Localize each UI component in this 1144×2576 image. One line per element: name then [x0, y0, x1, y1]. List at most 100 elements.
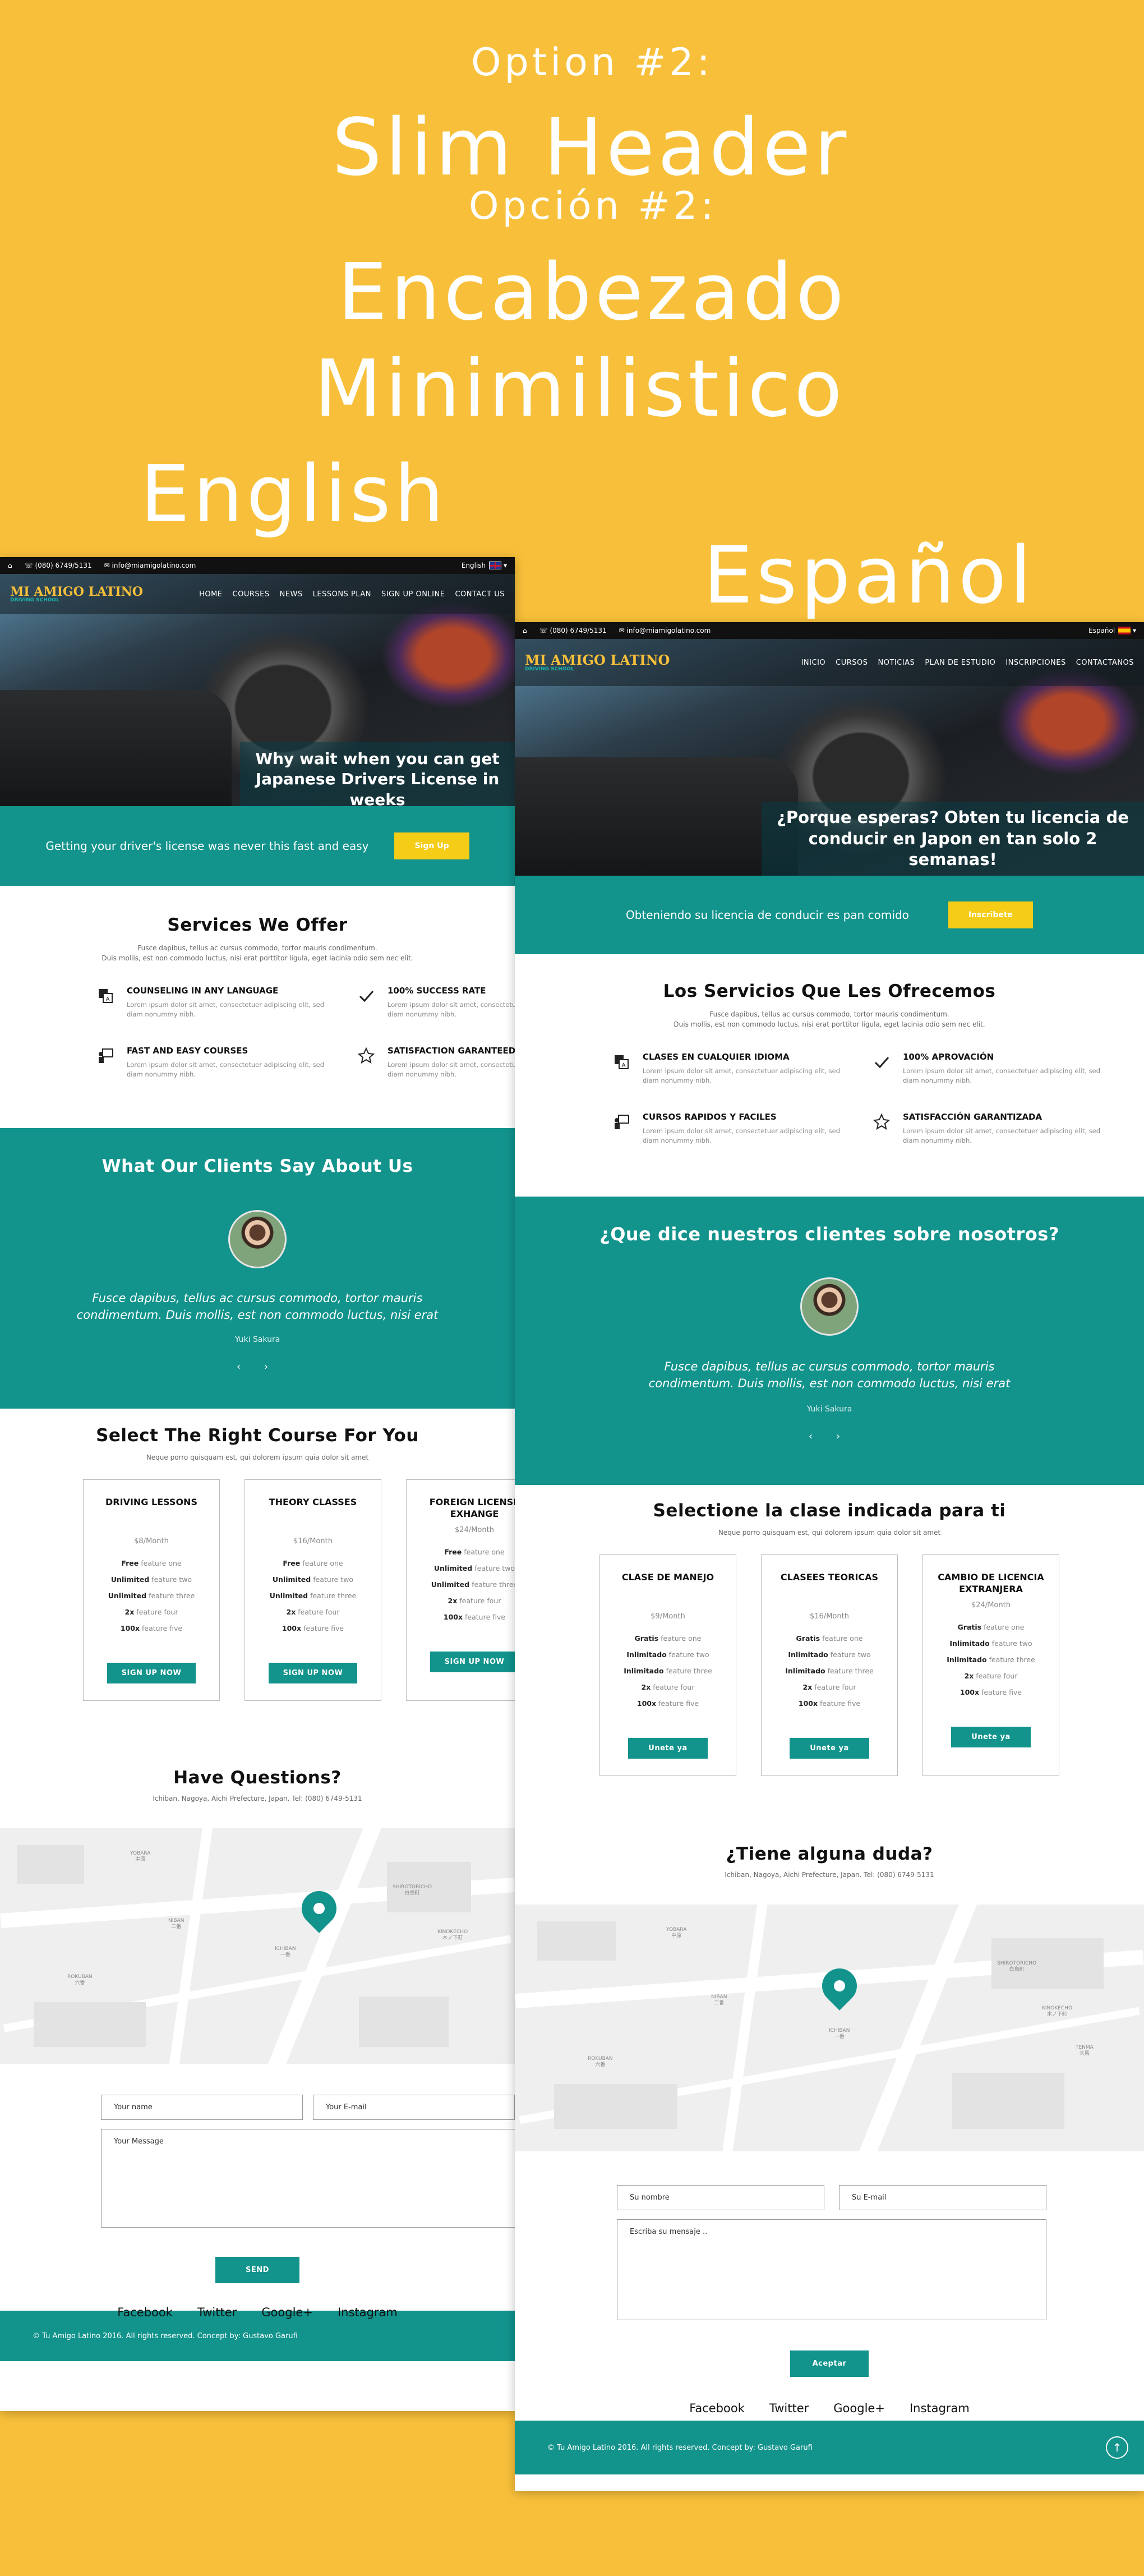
email-field[interactable]: Your E-mail: [313, 2095, 515, 2120]
back-to-top-icon[interactable]: ↑: [1106, 2436, 1128, 2459]
course-name-line2: EXHANGE: [450, 1508, 499, 1519]
sign-up-now-button[interactable]: SIGN UP NOW: [268, 1663, 358, 1683]
phone-icon: ☏ (080) 6749/5131: [24, 562, 92, 569]
feature-item: Free feature one: [444, 1548, 505, 1556]
testimonials-section: What Our Clients Say About Us Fusce dapi…: [0, 1128, 515, 1409]
phone-number: (080) 6749/5131: [35, 562, 92, 569]
nav-inscripciones[interactable]: INSCRIPCIONES: [1005, 659, 1065, 667]
sign-up-now-button[interactable]: SIGN UP NOW: [107, 1663, 196, 1683]
nav-contact-us[interactable]: CONTACT US: [455, 590, 505, 599]
nav-noticias[interactable]: NOTICIAS: [878, 659, 915, 667]
send-button[interactable]: SEND: [215, 2257, 299, 2283]
googleplus-link[interactable]: Google+: [261, 2306, 313, 2319]
phone-icon: ☏ (080) 6749/5131: [539, 627, 607, 634]
sign-up-now-button[interactable]: SIGN UP NOW: [430, 1652, 515, 1672]
language-selector[interactable]: English ▾: [462, 562, 507, 570]
feature-list: Free feature one Unlimited feature two U…: [253, 1559, 373, 1632]
service-item: CURSOS RAPIDOS Y FACILES Lorem ipsum dolo…: [611, 1112, 849, 1146]
name-field[interactable]: Your name: [101, 2095, 303, 2120]
label-english: English: [140, 449, 448, 540]
feature-item: Inlimitado feature two: [788, 1650, 871, 1659]
service-title: FAST AND EASY COURSES: [127, 1045, 248, 1056]
googleplus-link[interactable]: Google+: [833, 2402, 885, 2415]
nav-courses[interactable]: COURSES: [233, 590, 270, 599]
twitter-link[interactable]: Twitter: [197, 2306, 237, 2319]
carousel-arrows[interactable]: ‹ ›: [515, 1430, 1144, 1442]
feature-item: Unlimited feature three: [431, 1580, 515, 1589]
unete-ya-button[interactable]: Unete ya: [628, 1738, 708, 1759]
feature-item: Unlimited feature three: [269, 1591, 357, 1600]
nav-home[interactable]: HOME: [199, 590, 222, 599]
teacher-board-icon: [611, 1112, 631, 1132]
instagram-link[interactable]: Instagram: [910, 2402, 970, 2415]
carousel-arrows[interactable]: ‹ ›: [0, 1361, 515, 1373]
service-item: 100% APROVACIÓN Lorem ipsum dolor sit ame…: [871, 1052, 1109, 1086]
teacher-board-icon: [95, 1046, 116, 1066]
nav-cursos[interactable]: CURSOS: [836, 659, 868, 667]
email-address[interactable]: info@miamigolatino.com: [627, 627, 711, 634]
service-item: A COUNSELING IN ANY LANGUAGE Lorem ipsum d…: [95, 986, 334, 1020]
dashboard-panel: [0, 690, 232, 806]
unete-ya-button[interactable]: Unete ya: [790, 1738, 869, 1759]
feature-item: Inlimitado feature two: [949, 1639, 1032, 1648]
logo[interactable]: MI AMIGO LATINO DRIVING SCHOOL: [10, 586, 143, 603]
star-icon: [871, 1112, 892, 1132]
email-field[interactable]: Su E-mail: [839, 2185, 1046, 2210]
course-cards: CLASE DE MANEJO $9/Month Gratis feature …: [515, 1554, 1144, 1776]
nav-links: INICIO CURSOS NOTICIAS PLAN DE ESTUDIO I…: [801, 659, 1134, 667]
message-field[interactable]: Escriba su mensaje ..: [617, 2219, 1046, 2320]
twitter-link[interactable]: Twitter: [769, 2402, 809, 2415]
inscribete-button[interactable]: Inscribete: [948, 901, 1034, 928]
unete-ya-button[interactable]: Unete ya: [951, 1727, 1031, 1747]
services-section: Los Servicios Que Les Ofrecemos Fusce da…: [515, 954, 1144, 1197]
service-text: Lorem ipsum dolor sit amet, consectetuer…: [643, 1067, 841, 1085]
english-mockup: ⌂ ☏ (080) 6749/5131 ✉ info@miamigolatino…: [0, 557, 515, 2411]
nav-contactanos[interactable]: CONTACTANOS: [1076, 659, 1134, 667]
footer: © Tu Amigo Latino 2016. All rights reser…: [0, 2311, 515, 2361]
aceptar-button[interactable]: Aceptar: [790, 2350, 869, 2377]
nav-sign-up-online[interactable]: SIGN UP ONLINE: [381, 590, 445, 599]
avatar: [228, 1210, 287, 1268]
contact-form: Your name Your E-mail Your Message SEND …: [0, 2064, 515, 2319]
hero: MI AMIGO LATINO DRIVING SCHOOL HOME COURS…: [0, 574, 515, 806]
course-card: CLASE DE MANEJO $9/Month Gratis feature …: [599, 1554, 736, 1776]
language-selector[interactable]: Español ▾: [1088, 627, 1136, 635]
location-pin-icon[interactable]: [815, 1961, 864, 2011]
logo-text: MI AMIGO LATINO: [525, 651, 670, 668]
nav-news[interactable]: NEWS: [280, 590, 303, 599]
translate-icon: A: [95, 986, 116, 1006]
svg-text:A: A: [106, 996, 110, 1002]
services-subtitle-line1: Fusce dapibus, tellus ac cursus commodo,…: [709, 1010, 949, 1018]
course-card: THEORY CLASSES $16/Month Free feature on…: [245, 1479, 381, 1701]
mail-icon[interactable]: ✉ info@miamigolatino.com: [619, 627, 711, 634]
service-title: 100% APROVACIÓN: [903, 1052, 994, 1062]
feature-item: 100x feature five: [282, 1624, 344, 1632]
home-icon[interactable]: ⌂: [8, 562, 12, 569]
label-espanol: Español: [703, 530, 1035, 622]
sign-up-button[interactable]: Sign Up: [394, 832, 469, 859]
logo[interactable]: MI AMIGO LATINO DRIVING SCHOOL: [525, 651, 670, 672]
course-name-line2: [91, 1508, 211, 1520]
feature-item: Free feature one: [121, 1559, 182, 1567]
facebook-link[interactable]: Facebook: [117, 2306, 173, 2319]
name-field[interactable]: Su nombre: [617, 2185, 824, 2210]
message-field[interactable]: Your Message: [101, 2129, 515, 2228]
email-address[interactable]: info@miamigolatino.com: [112, 562, 196, 569]
home-icon[interactable]: ⌂: [523, 627, 527, 634]
service-text: Lorem ipsum dolor sit amet, consectetuer…: [388, 1060, 515, 1078]
service-title: COUNSELING IN ANY LANGUAGE: [127, 986, 279, 996]
feature-list: Free feature one Unlimited feature two U…: [91, 1559, 211, 1632]
map[interactable]: YOBARA 中原 SHIROTORICHO 白鳥町 KINOKECHO 木ノ下町 R…: [0, 1828, 515, 2064]
map[interactable]: YOBARA 中原 SHIROTORICHO 白鳥町 KINOKECHO 木ノ下町 R…: [515, 1905, 1144, 2151]
nav-inicio[interactable]: INICIO: [801, 659, 826, 667]
nav-lessons-plan[interactable]: LESSONS PLAN: [313, 590, 371, 599]
instagram-link[interactable]: Instagram: [338, 2306, 398, 2319]
contact-heading: ¿Tiene alguna duda? Ichiban, Nagoya, Aic…: [515, 1844, 1144, 1905]
course-name: FOREIGN LICENSE: [429, 1497, 515, 1507]
mail-icon[interactable]: ✉ info@miamigolatino.com: [104, 562, 196, 569]
cta-text: Getting your driver's license was never …: [45, 839, 369, 853]
nav-plan-de-estudio[interactable]: PLAN DE ESTUDIO: [925, 659, 995, 667]
course-name-line2: EXTRANJERA: [959, 1584, 1023, 1594]
facebook-link[interactable]: Facebook: [689, 2402, 745, 2415]
spanish-mockup: ⌂ ☏ (080) 6749/5131 ✉ info@miamigolatino…: [515, 622, 1144, 2491]
